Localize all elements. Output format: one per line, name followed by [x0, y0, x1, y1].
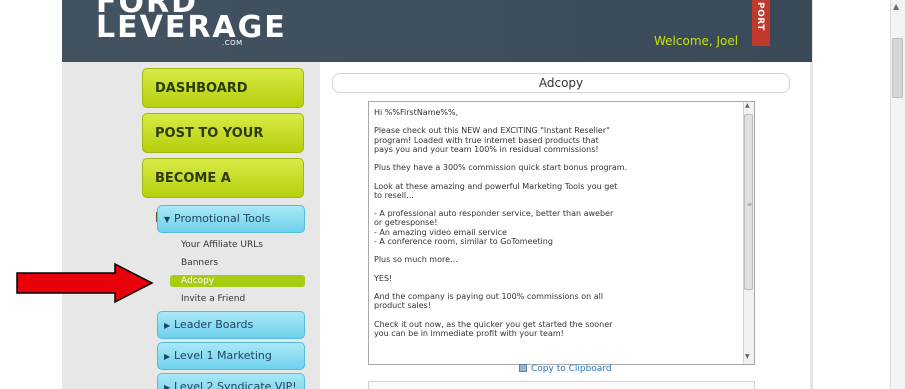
- welcome-message: Welcome, Joel: [654, 34, 739, 48]
- support-tab-label: PORT: [755, 2, 765, 31]
- logo-suffix: .COM: [222, 39, 243, 47]
- post-to-blog-button[interactable]: POST TO YOUR BLOG: [142, 113, 304, 181]
- leader-boards-label: Leader Boards: [174, 318, 254, 331]
- caret-right-icon: ▶: [164, 352, 171, 361]
- site-logo[interactable]: LEVERAGE: [96, 12, 287, 44]
- page: FORD LEVERAGE .COM Welcome, Joel PORT DA…: [0, 0, 905, 389]
- page-scroll-up-icon[interactable]: ▲: [893, 2, 899, 11]
- next-section-box: [368, 381, 755, 389]
- scroll-thumb[interactable]: ≡: [744, 114, 753, 290]
- caret-down-icon: ▼: [164, 215, 171, 224]
- promotional-tools-label: Promotional Tools: [174, 212, 271, 225]
- level1-menu[interactable]: ▶Level 1 Marketing suite!: [157, 342, 305, 389]
- clipboard-icon: [519, 364, 527, 372]
- dashboard-button[interactable]: DASHBOARD: [142, 68, 304, 108]
- page-scroll-thumb[interactable]: [892, 38, 903, 98]
- become-reseller-button[interactable]: BECOME A RESELLER: [142, 158, 304, 226]
- sub-item-banners[interactable]: Banners: [181, 258, 218, 268]
- left-margin: [0, 0, 62, 389]
- caret-right-icon: ▶: [164, 321, 171, 330]
- scroll-up-icon[interactable]: ▲: [745, 102, 750, 109]
- scroll-down-icon[interactable]: ▼: [745, 353, 750, 360]
- adcopy-text: Hi %%FirstName%%, Please check out this …: [374, 108, 628, 338]
- textarea-scrollbar[interactable]: ▲ ≡ ▼: [743, 102, 754, 364]
- support-tab[interactable]: PORT: [752, 0, 770, 46]
- red-arrow-annotation: [16, 262, 154, 304]
- sub-item-adcopy[interactable]: Adcopy: [181, 276, 214, 286]
- copy-to-clipboard-button[interactable]: Copy to Clipboard: [519, 364, 612, 374]
- adcopy-textarea[interactable]: Hi %%FirstName%%, Please check out this …: [368, 101, 755, 365]
- sub-item-affiliate-urls[interactable]: Your Affiliate URLs: [181, 240, 263, 250]
- adcopy-heading: Adcopy: [332, 73, 790, 93]
- sub-item-invite-friend[interactable]: Invite a Friend: [181, 294, 245, 304]
- grip-icon: ≡: [747, 201, 753, 208]
- level2-menu[interactable]: ▶ Level 2 Syndicate VIP!: [157, 373, 305, 389]
- promotional-tools-menu[interactable]: ▼ Promotional Tools: [157, 205, 305, 233]
- caret-right-icon: ▶: [164, 383, 171, 389]
- leader-boards-menu[interactable]: ▶ Leader Boards: [157, 311, 305, 339]
- copy-to-clipboard-label: Copy to Clipboard: [531, 364, 612, 374]
- level2-label: Level 2 Syndicate VIP!: [174, 380, 297, 389]
